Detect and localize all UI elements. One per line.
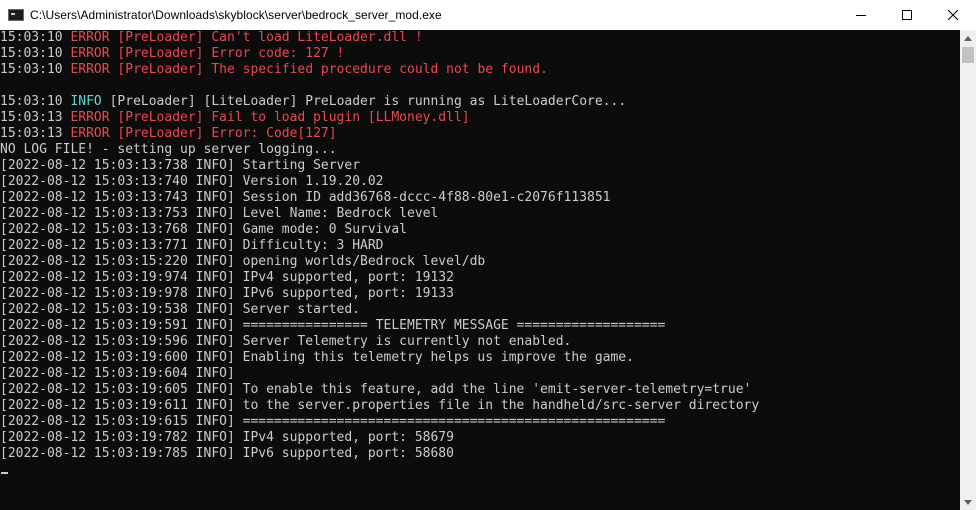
title-bar[interactable]: C:\Users\Administrator\Downloads\skybloc… xyxy=(0,0,976,30)
error-text: ERROR [PreLoader] Fail to load plugin [L… xyxy=(70,110,470,125)
log-text: [2022-08-12 15:03:13:768 INFO] Game mode… xyxy=(0,222,407,237)
log-text: 15:03:10 xyxy=(0,62,71,77)
log-text: [2022-08-12 15:03:19:600 INFO] Enabling … xyxy=(0,350,634,365)
text-cursor xyxy=(1,472,8,474)
console-lines: 15:03:10 ERROR [PreLoader] Can't load Li… xyxy=(0,30,759,462)
console-line: [2022-08-12 15:03:19:782 INFO] IPv4 supp… xyxy=(0,430,759,446)
log-text: [2022-08-12 15:03:19:611 INFO] to the se… xyxy=(0,398,760,413)
log-text: [2022-08-12 15:03:19:974 INFO] IPv4 supp… xyxy=(0,270,454,285)
error-text: ERROR [PreLoader] Error: Code[127] xyxy=(70,126,337,141)
log-text: 15:03:10 xyxy=(0,94,71,109)
maximize-button[interactable] xyxy=(884,0,930,30)
scroll-up-arrow-icon xyxy=(964,35,972,41)
console-line: [2022-08-12 15:03:13:740 INFO] Version 1… xyxy=(0,174,759,190)
console-line: [2022-08-12 15:03:19:978 INFO] IPv6 supp… xyxy=(0,286,759,302)
log-text: [2022-08-12 15:03:19:596 INFO] Server Te… xyxy=(0,334,572,349)
console-line: 15:03:10 ERROR [PreLoader] The specified… xyxy=(0,62,759,78)
console-line: [2022-08-12 15:03:19:605 INFO] To enable… xyxy=(0,382,759,398)
log-text: [2022-08-12 15:03:19:785 INFO] IPv6 supp… xyxy=(0,446,454,461)
console-line: [2022-08-12 15:03:13:768 INFO] Game mode… xyxy=(0,222,759,238)
console-line: [2022-08-12 15:03:19:600 INFO] Enabling … xyxy=(0,350,759,366)
close-icon xyxy=(948,10,958,20)
log-text: [2022-08-12 15:03:19:604 INFO] xyxy=(0,366,235,381)
log-text: [2022-08-12 15:03:19:782 INFO] IPv4 supp… xyxy=(0,430,454,445)
minimize-button[interactable] xyxy=(838,0,884,30)
console-line: NO LOG FILE! - setting up server logging… xyxy=(0,142,759,158)
console-line: [2022-08-12 15:03:13:738 INFO] Starting … xyxy=(0,158,759,174)
console-output[interactable]: 15:03:10 ERROR [PreLoader] Can't load Li… xyxy=(0,30,960,510)
log-text: 15:03:13 xyxy=(0,110,71,125)
console-line: [2022-08-12 15:03:19:615 INFO] =========… xyxy=(0,414,759,430)
log-text: [2022-08-12 15:03:13:740 INFO] Version 1… xyxy=(0,174,384,189)
console-line: 15:03:10 INFO [PreLoader] [LiteLoader] P… xyxy=(0,94,759,110)
console-line: [2022-08-12 15:03:19:974 INFO] IPv4 supp… xyxy=(0,270,759,286)
log-text: [2022-08-12 15:03:15:220 INFO] opening w… xyxy=(0,254,486,269)
console-line: [2022-08-12 15:03:19:596 INFO] Server Te… xyxy=(0,334,759,350)
log-text: [2022-08-12 15:03:19:615 INFO] =========… xyxy=(0,414,666,429)
log-text: [2022-08-12 15:03:13:743 INFO] Session I… xyxy=(0,190,611,205)
log-text: [PreLoader] [LiteLoader] PreLoader is ru… xyxy=(101,94,627,109)
log-text: [2022-08-12 15:03:19:591 INFO] =========… xyxy=(0,318,666,333)
console-line: [2022-08-12 15:03:19:538 INFO] Server st… xyxy=(0,302,759,318)
log-text: [2022-08-12 15:03:19:538 INFO] Server st… xyxy=(0,302,361,317)
console-line: 15:03:13 ERROR [PreLoader] Fail to load … xyxy=(0,110,759,126)
log-text: [2022-08-12 15:03:19:978 INFO] IPv6 supp… xyxy=(0,286,454,301)
scroll-down-button[interactable] xyxy=(960,494,976,510)
console-line: [2022-08-12 15:03:13:743 INFO] Session I… xyxy=(0,190,759,206)
error-text: ERROR [PreLoader] Can't load LiteLoader.… xyxy=(70,30,423,45)
window-title: C:\Users\Administrator\Downloads\skybloc… xyxy=(30,8,442,22)
log-text: [2022-08-12 15:03:13:771 INFO] Difficult… xyxy=(0,238,384,253)
console-app-icon xyxy=(8,9,24,21)
console-line: [2022-08-12 15:03:19:785 INFO] IPv6 supp… xyxy=(0,446,759,462)
log-text: [2022-08-12 15:03:19:605 INFO] To enable… xyxy=(0,382,752,397)
console-line: [2022-08-12 15:03:19:604 INFO] xyxy=(0,366,759,382)
console-line: [2022-08-12 15:03:15:220 INFO] opening w… xyxy=(0,254,759,270)
close-button[interactable] xyxy=(930,0,976,30)
log-text: 15:03:13 xyxy=(0,126,71,141)
info-level-text: INFO xyxy=(70,94,102,109)
vertical-scrollbar[interactable] xyxy=(960,30,976,510)
error-text: ERROR [PreLoader] Error code: 127 ! xyxy=(70,46,345,61)
console-line: [2022-08-12 15:03:13:771 INFO] Difficult… xyxy=(0,238,759,254)
scroll-up-button[interactable] xyxy=(960,30,976,46)
log-text: 15:03:10 xyxy=(0,46,71,61)
scrollbar-thumb[interactable] xyxy=(962,47,974,63)
log-text: NO LOG FILE! - setting up server logging… xyxy=(0,142,337,157)
console-line: 15:03:10 ERROR [PreLoader] Error code: 1… xyxy=(0,46,759,62)
scroll-down-arrow-icon xyxy=(964,499,972,505)
console-line: 15:03:13 ERROR [PreLoader] Error: Code[1… xyxy=(0,126,759,142)
minimize-icon xyxy=(856,15,866,16)
console-line: 15:03:10 ERROR [PreLoader] Can't load Li… xyxy=(0,30,759,46)
error-text: ERROR [PreLoader] The specified procedur… xyxy=(70,62,548,77)
console-line: [2022-08-12 15:03:19:591 INFO] =========… xyxy=(0,318,759,334)
console-window: C:\Users\Administrator\Downloads\skybloc… xyxy=(0,0,976,510)
console-line: [2022-08-12 15:03:13:753 INFO] Level Nam… xyxy=(0,206,759,222)
console-line: [2022-08-12 15:03:19:611 INFO] to the se… xyxy=(0,398,759,414)
log-text: 15:03:10 xyxy=(0,30,71,45)
maximize-icon xyxy=(902,10,912,20)
log-text: [2022-08-12 15:03:13:753 INFO] Level Nam… xyxy=(0,206,439,221)
log-text: [2022-08-12 15:03:13:738 INFO] Starting … xyxy=(0,158,361,173)
